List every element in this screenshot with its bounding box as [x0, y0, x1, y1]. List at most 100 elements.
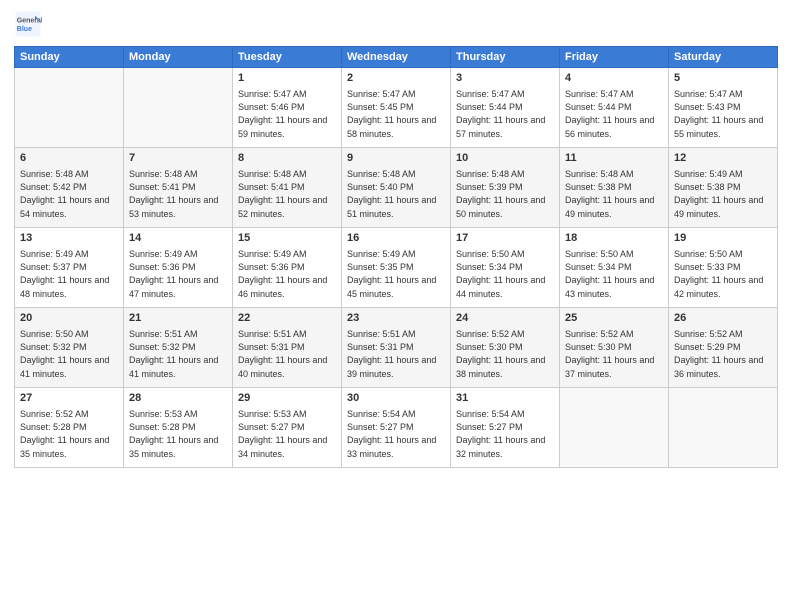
day-info: Sunrise: 5:50 AMSunset: 5:34 PMDaylight:… — [565, 248, 663, 300]
day-info: Sunrise: 5:48 AMSunset: 5:42 PMDaylight:… — [20, 168, 118, 220]
calendar-cell: 24 Sunrise: 5:52 AMSunset: 5:30 PMDayligh… — [451, 308, 560, 388]
calendar-cell: 20 Sunrise: 5:50 AMSunset: 5:32 PMDayligh… — [15, 308, 124, 388]
day-info: Sunrise: 5:47 AMSunset: 5:45 PMDaylight:… — [347, 88, 445, 140]
calendar-week-row: 13 Sunrise: 5:49 AMSunset: 5:37 PMDayligh… — [15, 228, 778, 308]
calendar-cell: 18 Sunrise: 5:50 AMSunset: 5:34 PMDayligh… — [560, 228, 669, 308]
day-number: 24 — [456, 311, 554, 326]
day-number: 6 — [20, 151, 118, 166]
day-number: 4 — [565, 71, 663, 86]
calendar-cell: 9 Sunrise: 5:48 AMSunset: 5:40 PMDaylight… — [342, 148, 451, 228]
day-number: 26 — [674, 311, 772, 326]
day-info: Sunrise: 5:51 AMSunset: 5:31 PMDaylight:… — [347, 328, 445, 380]
calendar-week-row: 6 Sunrise: 5:48 AMSunset: 5:42 PMDaylight… — [15, 148, 778, 228]
day-number: 3 — [456, 71, 554, 86]
day-number: 31 — [456, 391, 554, 406]
header-cell-friday: Friday — [560, 47, 669, 68]
calendar-cell: 23 Sunrise: 5:51 AMSunset: 5:31 PMDayligh… — [342, 308, 451, 388]
calendar-week-row: 27 Sunrise: 5:52 AMSunset: 5:28 PMDayligh… — [15, 388, 778, 468]
day-number: 9 — [347, 151, 445, 166]
header-cell-wednesday: Wednesday — [342, 47, 451, 68]
day-number: 12 — [674, 151, 772, 166]
day-number: 13 — [20, 231, 118, 246]
day-number: 25 — [565, 311, 663, 326]
calendar-week-row: 1Sunrise: 5:47 AMSunset: 5:46 PMDaylight… — [15, 68, 778, 148]
day-number: 16 — [347, 231, 445, 246]
calendar-cell — [669, 388, 778, 468]
day-number: 28 — [129, 391, 227, 406]
day-number: 8 — [238, 151, 336, 166]
calendar-cell: 27 Sunrise: 5:52 AMSunset: 5:28 PMDayligh… — [15, 388, 124, 468]
calendar-cell: 1Sunrise: 5:47 AMSunset: 5:46 PMDaylight… — [233, 68, 342, 148]
page: General Blue SundayMondayTuesdayWednesda… — [0, 0, 792, 612]
day-info: Sunrise: 5:52 AMSunset: 5:28 PMDaylight:… — [20, 408, 118, 460]
calendar-cell: 5Sunrise: 5:47 AMSunset: 5:43 PMDaylight… — [669, 68, 778, 148]
calendar-cell: 21 Sunrise: 5:51 AMSunset: 5:32 PMDayligh… — [124, 308, 233, 388]
svg-text:Blue: Blue — [17, 26, 32, 33]
day-number: 29 — [238, 391, 336, 406]
header: General Blue — [14, 10, 778, 38]
logo-icon: General Blue — [14, 10, 42, 38]
day-info: Sunrise: 5:50 AMSunset: 5:33 PMDaylight:… — [674, 248, 772, 300]
day-number: 23 — [347, 311, 445, 326]
day-number: 30 — [347, 391, 445, 406]
day-info: Sunrise: 5:52 AMSunset: 5:30 PMDaylight:… — [565, 328, 663, 380]
day-info: Sunrise: 5:54 AMSunset: 5:27 PMDaylight:… — [347, 408, 445, 460]
day-info: Sunrise: 5:50 AMSunset: 5:32 PMDaylight:… — [20, 328, 118, 380]
day-info: Sunrise: 5:47 AMSunset: 5:44 PMDaylight:… — [565, 88, 663, 140]
day-info: Sunrise: 5:49 AMSunset: 5:37 PMDaylight:… — [20, 248, 118, 300]
calendar-cell — [15, 68, 124, 148]
day-info: Sunrise: 5:48 AMSunset: 5:38 PMDaylight:… — [565, 168, 663, 220]
calendar-cell: 2 Sunrise: 5:47 AMSunset: 5:45 PMDaylight… — [342, 68, 451, 148]
calendar-cell: 11 Sunrise: 5:48 AMSunset: 5:38 PMDayligh… — [560, 148, 669, 228]
calendar-cell: 13 Sunrise: 5:49 AMSunset: 5:37 PMDayligh… — [15, 228, 124, 308]
header-cell-thursday: Thursday — [451, 47, 560, 68]
calendar-cell: 3 Sunrise: 5:47 AMSunset: 5:44 PMDaylight… — [451, 68, 560, 148]
calendar-cell: 26 Sunrise: 5:52 AMSunset: 5:29 PMDayligh… — [669, 308, 778, 388]
calendar-cell: 25 Sunrise: 5:52 AMSunset: 5:30 PMDayligh… — [560, 308, 669, 388]
calendar: SundayMondayTuesdayWednesdayThursdayFrid… — [14, 46, 778, 468]
day-number: 18 — [565, 231, 663, 246]
calendar-cell: 22Sunrise: 5:51 AMSunset: 5:31 PMDayligh… — [233, 308, 342, 388]
day-number: 21 — [129, 311, 227, 326]
day-info: Sunrise: 5:54 AMSunset: 5:27 PMDaylight:… — [456, 408, 554, 460]
day-info: Sunrise: 5:49 AMSunset: 5:35 PMDaylight:… — [347, 248, 445, 300]
calendar-cell: 15Sunrise: 5:49 AMSunset: 5:36 PMDayligh… — [233, 228, 342, 308]
day-info: Sunrise: 5:48 AMSunset: 5:39 PMDaylight:… — [456, 168, 554, 220]
calendar-cell — [560, 388, 669, 468]
calendar-cell: 7Sunrise: 5:48 AMSunset: 5:41 PMDaylight… — [124, 148, 233, 228]
day-info: Sunrise: 5:49 AMSunset: 5:36 PMDaylight:… — [238, 248, 336, 300]
calendar-header-row: SundayMondayTuesdayWednesdayThursdayFrid… — [15, 47, 778, 68]
day-info: Sunrise: 5:48 AMSunset: 5:41 PMDaylight:… — [129, 168, 227, 220]
day-number: 22 — [238, 311, 336, 326]
calendar-cell: 28 Sunrise: 5:53 AMSunset: 5:28 PMDayligh… — [124, 388, 233, 468]
header-cell-tuesday: Tuesday — [233, 47, 342, 68]
day-number: 14 — [129, 231, 227, 246]
day-number: 19 — [674, 231, 772, 246]
calendar-cell — [124, 68, 233, 148]
day-info: Sunrise: 5:48 AMSunset: 5:40 PMDaylight:… — [347, 168, 445, 220]
calendar-cell: 19 Sunrise: 5:50 AMSunset: 5:33 PMDayligh… — [669, 228, 778, 308]
calendar-cell: 17Sunrise: 5:50 AMSunset: 5:34 PMDayligh… — [451, 228, 560, 308]
day-info: Sunrise: 5:53 AMSunset: 5:28 PMDaylight:… — [129, 408, 227, 460]
day-info: Sunrise: 5:47 AMSunset: 5:44 PMDaylight:… — [456, 88, 554, 140]
calendar-cell: 8Sunrise: 5:48 AMSunset: 5:41 PMDaylight… — [233, 148, 342, 228]
calendar-week-row: 20 Sunrise: 5:50 AMSunset: 5:32 PMDayligh… — [15, 308, 778, 388]
day-info: Sunrise: 5:47 AMSunset: 5:43 PMDaylight:… — [674, 88, 772, 140]
calendar-cell: 31 Sunrise: 5:54 AMSunset: 5:27 PMDayligh… — [451, 388, 560, 468]
calendar-cell: 4 Sunrise: 5:47 AMSunset: 5:44 PMDaylight… — [560, 68, 669, 148]
day-info: Sunrise: 5:52 AMSunset: 5:30 PMDaylight:… — [456, 328, 554, 380]
day-number: 27 — [20, 391, 118, 406]
logo: General Blue — [14, 10, 42, 38]
header-cell-monday: Monday — [124, 47, 233, 68]
day-number: 17 — [456, 231, 554, 246]
day-info: Sunrise: 5:49 AMSunset: 5:38 PMDaylight:… — [674, 168, 772, 220]
day-number: 11 — [565, 151, 663, 166]
calendar-cell: 6 Sunrise: 5:48 AMSunset: 5:42 PMDaylight… — [15, 148, 124, 228]
day-info: Sunrise: 5:51 AMSunset: 5:32 PMDaylight:… — [129, 328, 227, 380]
svg-text:General: General — [17, 18, 42, 25]
calendar-cell: 29Sunrise: 5:53 AMSunset: 5:27 PMDayligh… — [233, 388, 342, 468]
day-info: Sunrise: 5:47 AMSunset: 5:46 PMDaylight:… — [238, 88, 336, 140]
day-number: 20 — [20, 311, 118, 326]
day-info: Sunrise: 5:52 AMSunset: 5:29 PMDaylight:… — [674, 328, 772, 380]
day-number: 2 — [347, 71, 445, 86]
